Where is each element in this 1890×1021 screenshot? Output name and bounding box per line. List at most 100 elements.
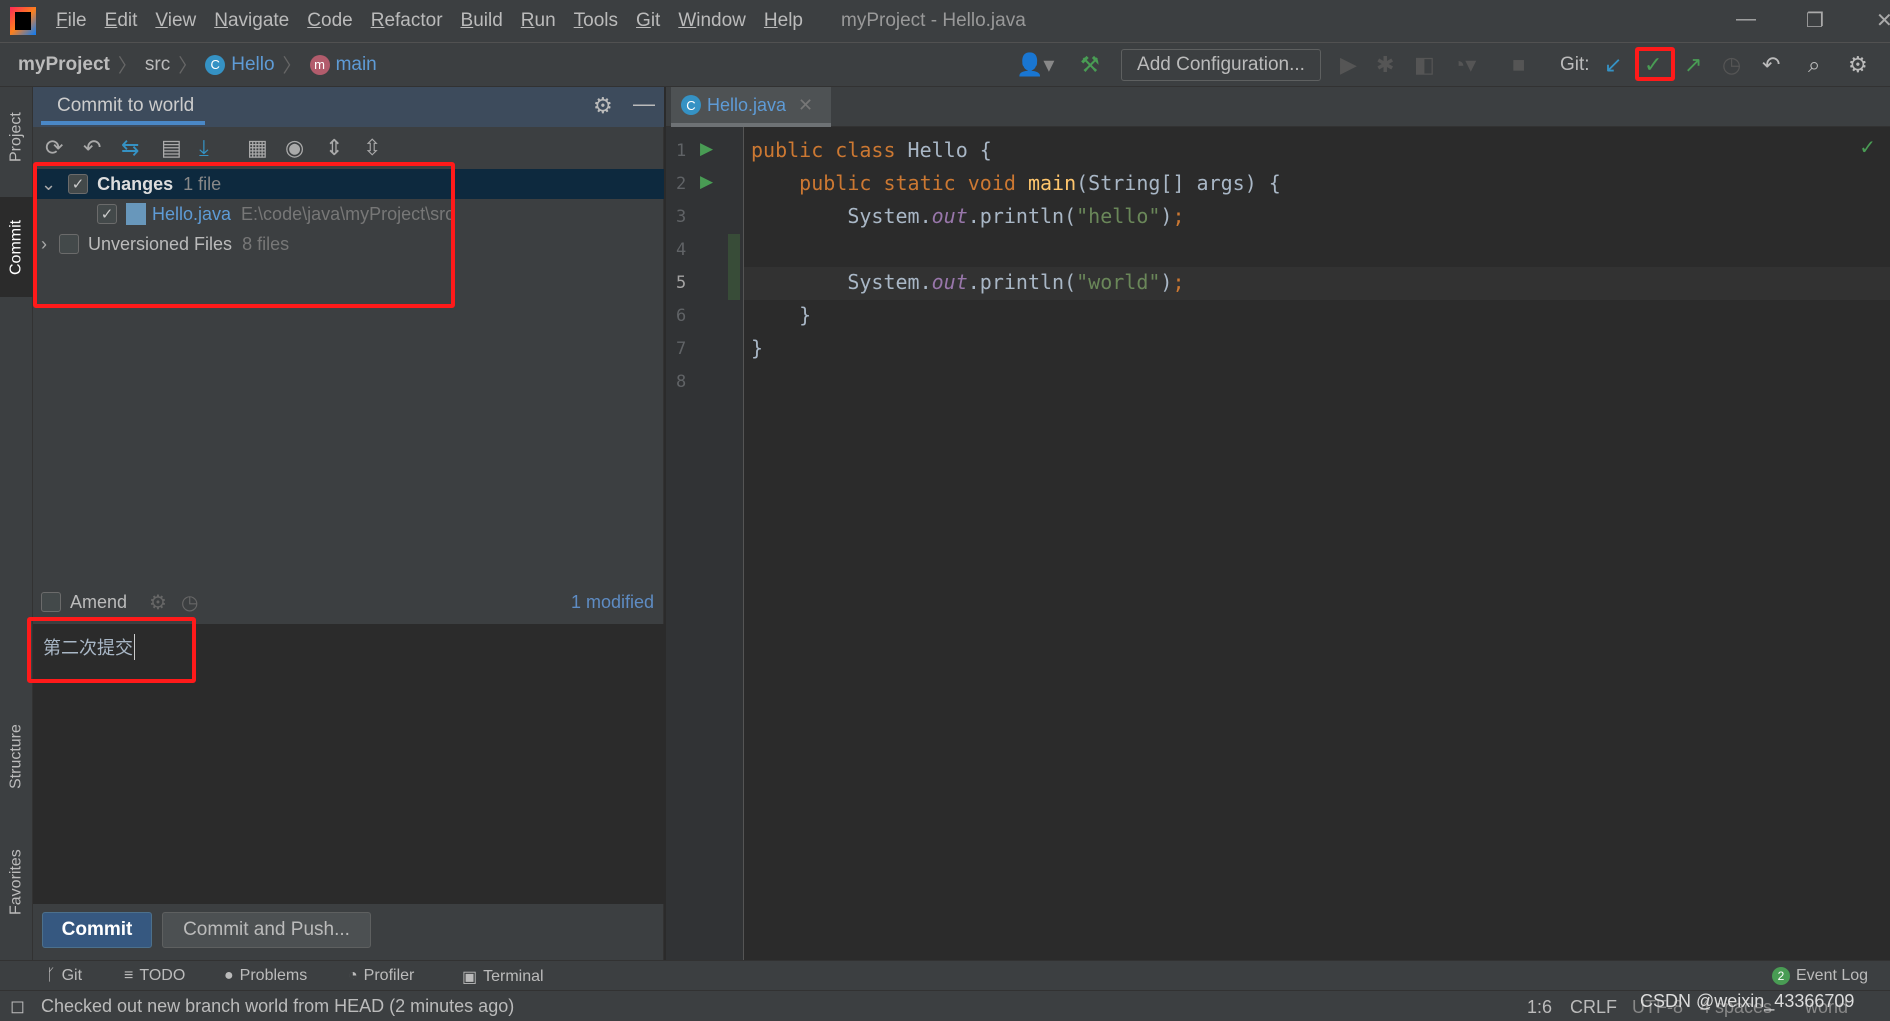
coverage-icon[interactable]: ◧ <box>1414 52 1435 78</box>
rollback-icon[interactable]: ↶ <box>1762 52 1780 78</box>
tab-label: Hello.java <box>707 94 787 115</box>
line-number: 6 <box>676 306 687 326</box>
line-number: 7 <box>676 339 687 359</box>
restore-icon[interactable]: ❐ <box>1806 8 1824 33</box>
menu-view[interactable]: View <box>155 10 196 32</box>
settings-gear-icon[interactable]: ⚙ <box>1848 52 1868 78</box>
code-line[interactable]: System.out.println("hello"); <box>751 204 1184 228</box>
menu-help[interactable]: Help <box>764 10 803 32</box>
tool-profiler[interactable]: ◔ Profiler <box>348 967 414 985</box>
terminal-icon: ▣ <box>462 969 478 986</box>
run-gutter-icon[interactable]: ▶ <box>700 172 713 192</box>
code-token: Hello { <box>907 138 992 162</box>
event-log-label: Event Log <box>1796 967 1869 984</box>
amend-checkbox[interactable] <box>41 592 61 612</box>
menu-edit[interactable]: Edit <box>105 10 138 32</box>
refresh-icon[interactable]: ⟳ <box>45 135 63 161</box>
line-separator[interactable]: CRLF <box>1570 997 1617 1018</box>
active-tab-indicator <box>41 121 205 125</box>
code-line[interactable]: } <box>751 303 811 327</box>
tab-project[interactable]: Project <box>0 92 33 182</box>
tool-problems[interactable]: ● Problems <box>224 967 307 985</box>
commit-panel-title[interactable]: Commit to world <box>57 95 194 117</box>
show-diff-icon[interactable]: ⇆ <box>121 135 139 161</box>
rollback-changes-icon[interactable]: ↶ <box>83 135 101 161</box>
code-line[interactable]: System.out.println("world"); <box>751 270 1184 294</box>
amend-label[interactable]: Amend <box>70 592 127 613</box>
code-token: (String[] args) { <box>1076 171 1281 195</box>
problems-icon: ● <box>224 967 234 984</box>
git-update-icon[interactable]: ↙ <box>1604 52 1622 78</box>
menu-code[interactable]: Code <box>307 10 352 32</box>
git-label: Git: <box>1560 54 1590 75</box>
view-options-icon[interactable]: ◉ <box>285 135 304 161</box>
add-configuration-button[interactable]: Add Configuration... <box>1121 49 1321 81</box>
code-line[interactable]: public class Hello { <box>751 138 992 162</box>
tab-favorites[interactable]: Favorites <box>0 832 33 932</box>
commit-options-gear-icon[interactable]: ⚙ <box>149 590 167 615</box>
method-icon: m <box>309 54 330 75</box>
debug-icon[interactable]: ✱ <box>1376 52 1394 78</box>
tool-todo[interactable]: ≡ TODO <box>124 967 185 985</box>
close-icon[interactable]: ✕ <box>1876 8 1890 33</box>
expand-all-icon[interactable]: ⇕ <box>325 135 343 161</box>
run-gutter-icon[interactable]: ▶ <box>700 139 713 159</box>
collapse-all-icon[interactable]: ⇳ <box>363 135 381 161</box>
commit-button[interactable]: Commit <box>42 912 152 948</box>
menu-run[interactable]: Run <box>521 10 556 32</box>
code-line[interactable]: } <box>751 336 763 360</box>
status-message[interactable]: Checked out new branch world from HEAD (… <box>41 996 514 1017</box>
menu-refactor[interactable]: Refactor <box>371 10 443 32</box>
tool-git-label: Git <box>61 967 83 984</box>
tab-commit[interactable]: Commit <box>0 197 33 297</box>
tool-todo-label: TODO <box>139 967 186 984</box>
line-number: 2 <box>676 174 687 194</box>
close-tab-icon[interactable]: ✕ <box>798 95 813 116</box>
tool-problems-label: Problems <box>239 967 308 984</box>
hide-panel-icon[interactable]: — <box>633 91 655 117</box>
caret-position[interactable]: 1:6 <box>1527 997 1552 1018</box>
code-token: .println( <box>967 204 1077 228</box>
line-number: 5 <box>676 273 687 293</box>
tool-terminal[interactable]: ▣ Terminal <box>462 967 544 987</box>
profile-icon[interactable]: ◔▾ <box>1452 52 1476 78</box>
class-icon: C <box>681 95 701 115</box>
panel-settings-icon[interactable]: ⚙ <box>593 93 613 119</box>
code-token: "world" <box>1076 270 1161 294</box>
breadcrumb-method[interactable]: main <box>336 54 377 76</box>
build-hammer-icon[interactable]: ⚒ <box>1080 52 1100 78</box>
menu-build[interactable]: Build <box>461 10 503 32</box>
search-icon[interactable]: ⌕ <box>1808 52 1820 78</box>
code-line[interactable]: public static void main(String[] args) { <box>751 171 1281 195</box>
menu-git[interactable]: Git <box>636 10 660 32</box>
breadcrumb-src[interactable]: src <box>145 54 170 76</box>
breadcrumb-project[interactable]: myProject <box>18 54 110 76</box>
user-icon[interactable]: 👤▾ <box>1016 52 1054 78</box>
class-icon: C <box>205 54 226 75</box>
highlight-box-commit-icon <box>1635 47 1675 81</box>
menu-window[interactable]: Window <box>678 10 746 32</box>
line-number: 1 <box>676 141 687 161</box>
status-toggle-icon[interactable]: ◻ <box>10 996 25 1017</box>
tab-hello-java[interactable]: C Hello.java ✕ <box>671 87 831 127</box>
commit-and-push-button[interactable]: Commit and Push... <box>162 912 371 948</box>
change-marker <box>728 234 740 300</box>
history-icon[interactable]: ◷ <box>1722 52 1741 78</box>
tab-structure[interactable]: Structure <box>0 707 33 807</box>
highlight-box-changes <box>33 162 455 308</box>
menu-tools[interactable]: Tools <box>574 10 618 32</box>
git-push-icon[interactable]: ↗ <box>1684 52 1702 78</box>
shelve-icon[interactable]: ⤓ <box>199 135 209 161</box>
commit-history-clock-icon[interactable]: ◷ <box>181 590 198 615</box>
changelist-icon[interactable]: ▤ <box>161 135 182 161</box>
minimize-icon[interactable]: — <box>1736 8 1756 31</box>
stop-icon[interactable]: ■ <box>1512 52 1525 78</box>
tool-git[interactable]: ᚴ Git <box>46 967 82 985</box>
breadcrumb-class[interactable]: Hello <box>231 54 274 76</box>
event-log[interactable]: 2 Event Log <box>1772 967 1868 985</box>
menu-navigate[interactable]: Navigate <box>214 10 289 32</box>
run-icon[interactable]: ▶ <box>1340 52 1357 78</box>
group-by-icon[interactable]: ▦ <box>247 135 268 161</box>
menu-file[interactable]: File <box>56 10 87 32</box>
